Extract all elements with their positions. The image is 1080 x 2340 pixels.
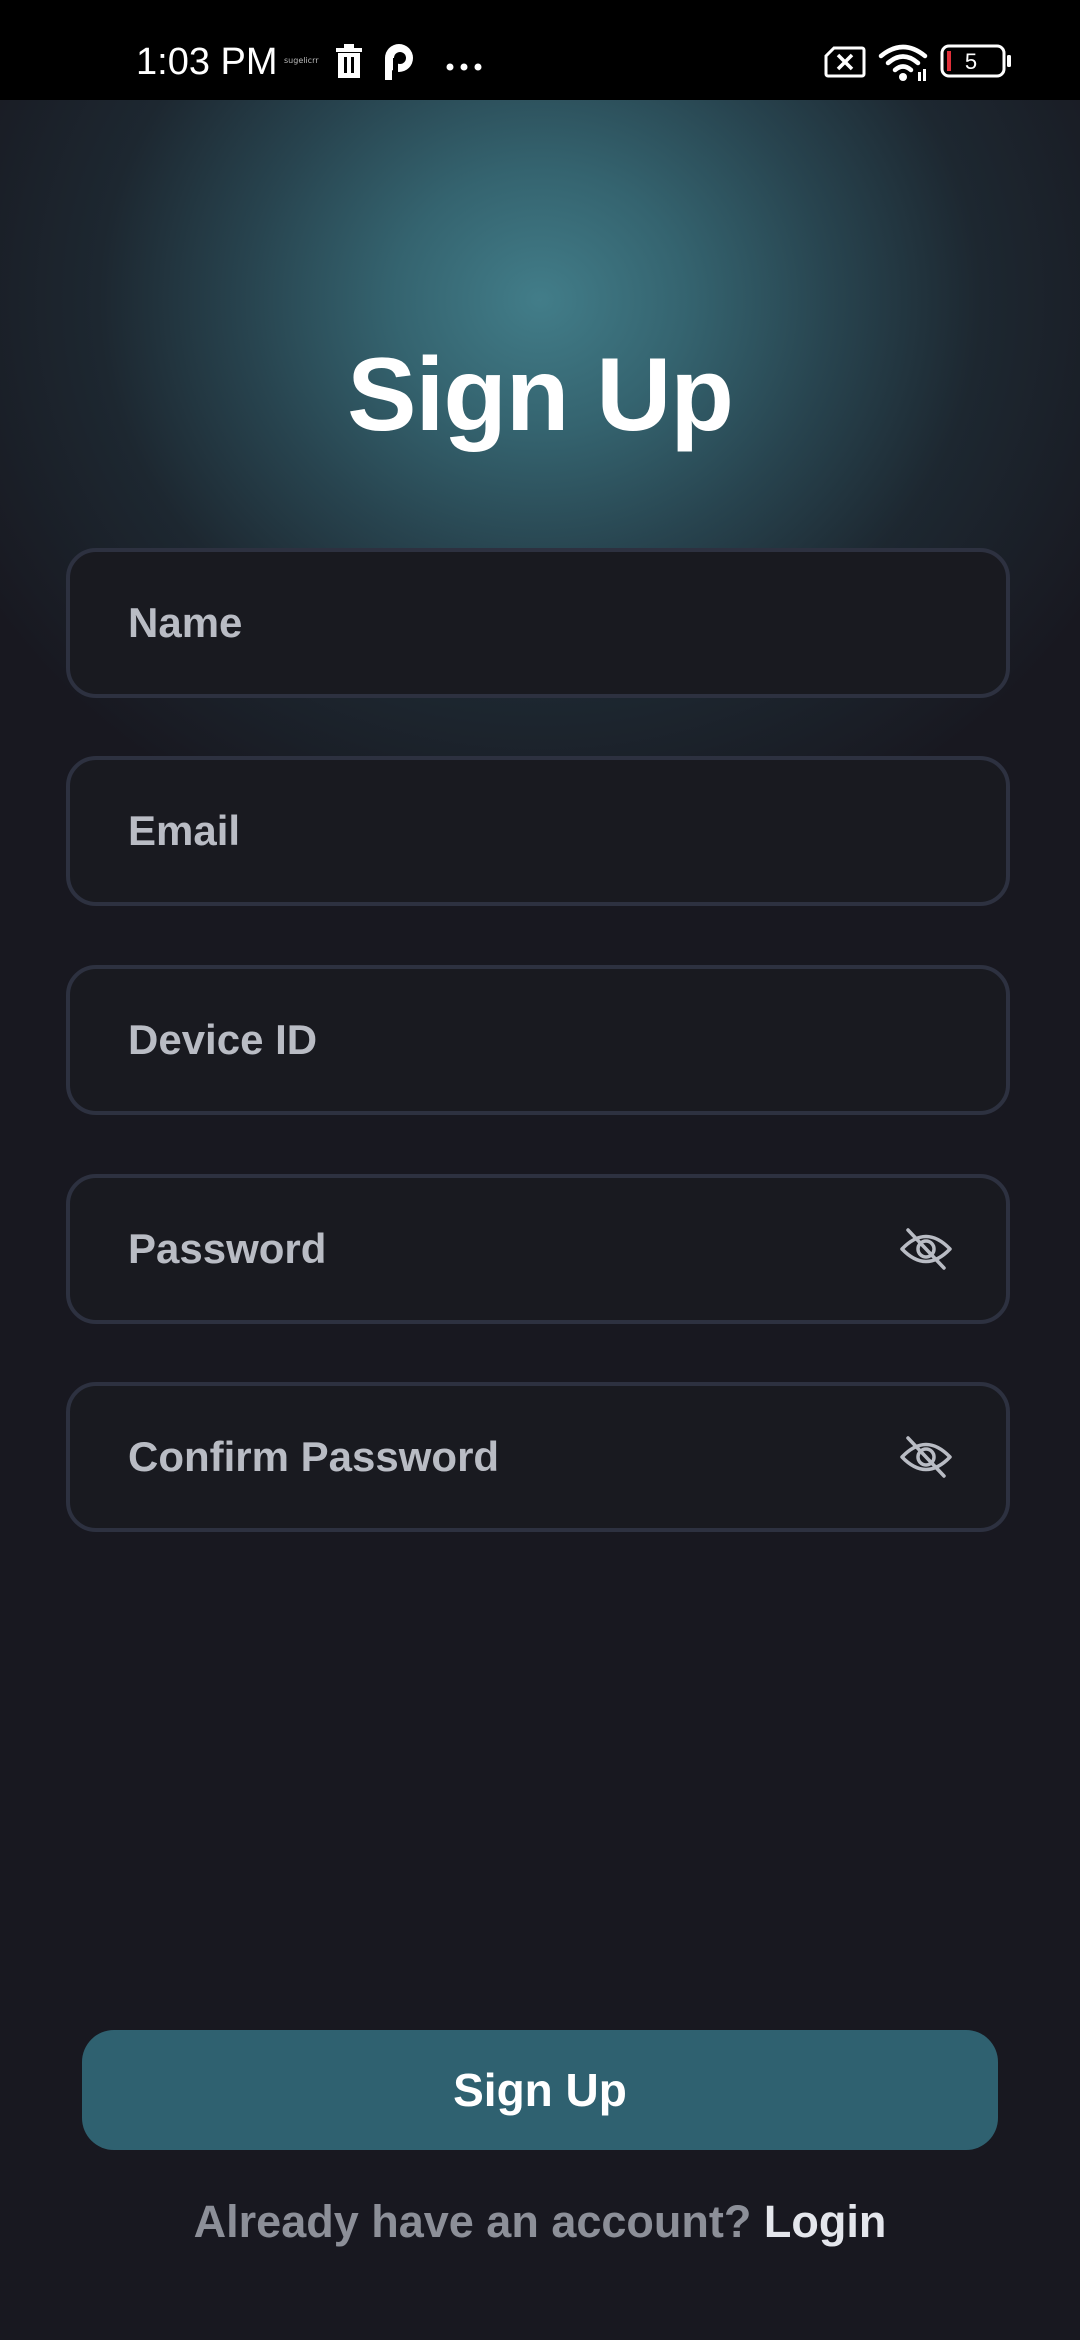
email-field[interactable]: [66, 756, 1010, 906]
confirm-password-field[interactable]: [66, 1382, 1010, 1532]
login-prompt: Already have an account? Login: [0, 2192, 1080, 2252]
email-input[interactable]: [128, 760, 908, 902]
battery-level: 5: [964, 49, 978, 74]
login-link[interactable]: Login: [764, 2196, 886, 2247]
page-title: Sign Up: [347, 337, 734, 453]
confirm-password-visibility-toggle-icon[interactable]: [898, 1434, 954, 1480]
status-time: 1:03 PM: [136, 41, 278, 83]
wifi-icon: [878, 42, 928, 87]
login-prompt-text: Already have an account?: [193, 2196, 752, 2247]
status-bar: 1:03 PM sugelicrr 5: [0, 0, 1080, 100]
p-app-icon: [382, 42, 416, 85]
password-input[interactable]: [128, 1178, 908, 1320]
confirm-password-input[interactable]: [128, 1386, 908, 1528]
more-dots-icon: [446, 58, 482, 76]
name-field[interactable]: [66, 548, 1010, 698]
sim-blocked-icon: [824, 46, 866, 83]
password-field[interactable]: [66, 1174, 1010, 1324]
signup-screen: 1:03 PM sugelicrr 5 Sign Up Name Email D…: [0, 0, 1080, 2340]
trash-icon: [334, 44, 364, 83]
name-input[interactable]: [128, 552, 908, 694]
device-id-field[interactable]: [66, 965, 1010, 1115]
status-notification-text: sugelicrr: [284, 56, 319, 65]
device-id-input[interactable]: [128, 969, 908, 1111]
password-visibility-toggle-icon[interactable]: [898, 1226, 954, 1272]
signup-button[interactable]: Sign Up: [82, 2030, 998, 2150]
